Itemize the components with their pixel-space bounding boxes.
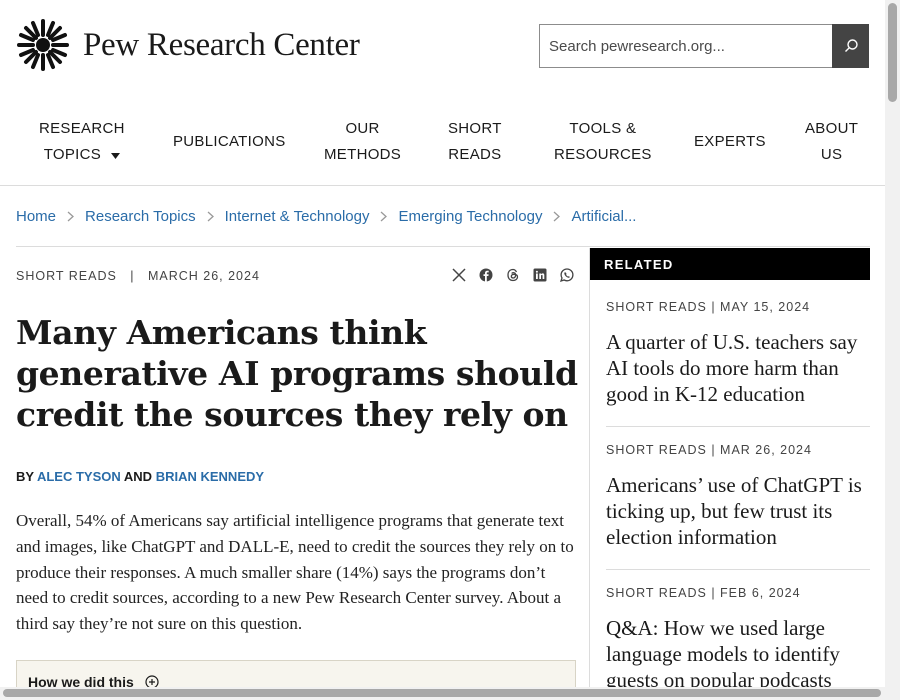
nav-item-experts[interactable]: EXPERTS: [694, 129, 766, 155]
nav-label: METHODS: [324, 146, 402, 163]
search-button[interactable]: [832, 24, 869, 68]
related-title-link[interactable]: A quarter of U.S. teachers say AI tools …: [606, 329, 870, 407]
related-category[interactable]: SHORT READS: [606, 300, 707, 314]
chevron-right-icon: [207, 211, 214, 222]
article-category[interactable]: SHORT READS: [16, 269, 117, 283]
share-bar: [452, 268, 574, 282]
nav-item-our-methods[interactable]: OUR METHODS: [324, 116, 401, 168]
nav-label: READS: [448, 146, 502, 163]
related-category[interactable]: SHORT READS: [606, 443, 707, 457]
chevron-right-icon: [553, 211, 561, 222]
breadcrumb-artificial-intelligence[interactable]: Artificial...: [571, 208, 636, 225]
chevron-right-icon: [380, 211, 388, 222]
related-date: MAR 26, 2024: [720, 443, 812, 457]
chevron-right-icon: [67, 211, 74, 222]
breadcrumb-emerging-technology[interactable]: Emerging Technology: [398, 208, 542, 225]
site-logo[interactable]: Pew Research Center: [16, 18, 360, 72]
byline-prefix: BY: [16, 469, 34, 484]
related-meta: SHORT READS | FEB 6, 2024: [606, 586, 801, 600]
main-nav: RESEARCH TOPICS PUBLICATIONS OUR METHODS…: [0, 108, 885, 186]
article-title: Many Americans think generative AI progr…: [16, 313, 578, 434]
author-link[interactable]: ALEC TYSON: [37, 469, 121, 484]
related-date: MAY 15, 2024: [720, 300, 811, 314]
related-item: SHORT READS | MAR 26, 2024 Americans’ us…: [606, 443, 870, 550]
related-title-link[interactable]: Q&A: How we used large language models t…: [606, 615, 870, 693]
related-item: SHORT READS | FEB 6, 2024 Q&A: How we us…: [606, 586, 870, 693]
search-icon: [844, 39, 858, 52]
nav-label: PUBLICATIONS: [173, 133, 286, 150]
whatsapp-icon[interactable]: [560, 268, 574, 282]
search-input[interactable]: [539, 24, 832, 68]
vertical-scrollbar[interactable]: [885, 0, 900, 700]
related-meta: SHORT READS | MAY 15, 2024: [606, 300, 811, 314]
nav-item-about-us[interactable]: ABOUT US: [805, 116, 858, 168]
related-item: SHORT READS | MAY 15, 2024 A quarter of …: [606, 300, 870, 407]
nav-label: OUR: [345, 120, 380, 137]
divider: [606, 569, 870, 570]
breadcrumb-home[interactable]: Home: [16, 208, 56, 225]
meta-separator: |: [121, 269, 144, 283]
nav-item-publications[interactable]: PUBLICATIONS: [173, 129, 286, 155]
sidebar-divider: [589, 248, 590, 700]
related-date: FEB 6, 2024: [720, 586, 801, 600]
related-meta: SHORT READS | MAR 26, 2024: [606, 443, 812, 457]
site-header: Pew Research Center: [0, 0, 885, 92]
nav-label: SHORT: [448, 120, 502, 137]
breadcrumb: Home Research Topics Internet & Technolo…: [16, 208, 636, 225]
threads-icon[interactable]: [506, 268, 520, 282]
horizontal-scrollbar[interactable]: [0, 687, 885, 700]
nav-label: RESEARCH: [39, 120, 125, 137]
article-body: Overall, 54% of Americans say artificial…: [16, 511, 574, 634]
nav-item-tools-resources[interactable]: TOOLS & RESOURCES: [554, 116, 652, 168]
byline-and: AND: [123, 469, 153, 484]
related-header: RELATED: [590, 248, 870, 280]
chevron-down-icon: [111, 142, 121, 168]
divider: [606, 426, 870, 427]
breadcrumb-internet-technology[interactable]: Internet & Technology: [225, 208, 370, 225]
scrollbar-thumb[interactable]: [888, 3, 897, 102]
facebook-icon[interactable]: [479, 268, 493, 282]
nav-label: TOOLS &: [569, 120, 637, 137]
x-icon[interactable]: [452, 268, 466, 282]
nav-label: RESOURCES: [554, 146, 652, 163]
byline: BY ALEC TYSON AND BRIAN KENNEDY: [16, 469, 264, 484]
nav-item-research-topics[interactable]: RESEARCH TOPICS: [39, 116, 125, 168]
divider: [16, 246, 870, 247]
linkedin-icon[interactable]: [533, 268, 547, 282]
logo-text: Pew Research Center: [83, 26, 360, 63]
related-category[interactable]: SHORT READS: [606, 586, 707, 600]
search-bar: [539, 24, 869, 68]
related-title-link[interactable]: Americans’ use of ChatGPT is ticking up,…: [606, 472, 870, 550]
nav-label: EXPERTS: [694, 133, 766, 150]
article-meta: SHORT READS | MARCH 26, 2024: [16, 269, 260, 283]
nav-label: ABOUT: [805, 120, 859, 137]
nav-label: US: [820, 146, 843, 163]
nav-label: TOPICS: [43, 146, 102, 163]
author-link[interactable]: BRIAN KENNEDY: [156, 469, 264, 484]
nav-label-line2: TOPICS: [39, 142, 125, 168]
scrollbar-thumb[interactable]: [3, 689, 881, 697]
breadcrumb-research-topics[interactable]: Research Topics: [85, 208, 196, 225]
nav-item-short-reads[interactable]: SHORT READS: [448, 116, 502, 168]
pew-logo-icon: [17, 19, 69, 71]
article-date: MARCH 26, 2024: [147, 269, 260, 283]
